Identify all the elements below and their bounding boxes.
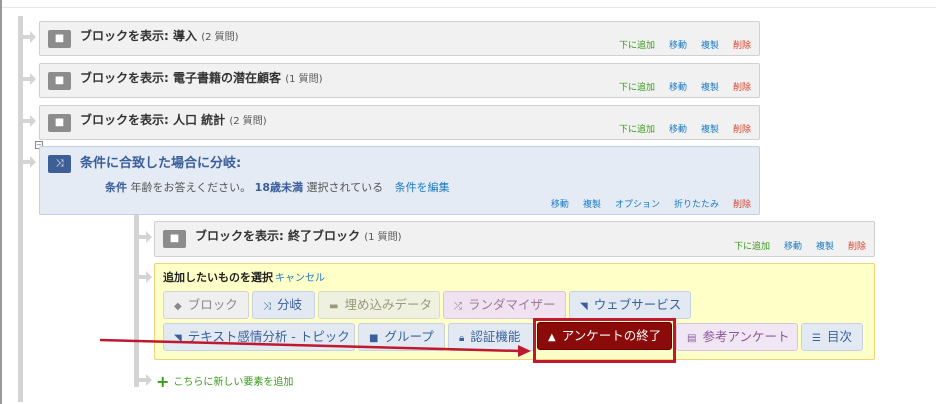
add-new-element-link[interactable]: + こちらに新しい要素を追加 <box>156 372 293 391</box>
annotation-arrow <box>99 338 531 357</box>
plus-icon: + <box>156 372 170 391</box>
